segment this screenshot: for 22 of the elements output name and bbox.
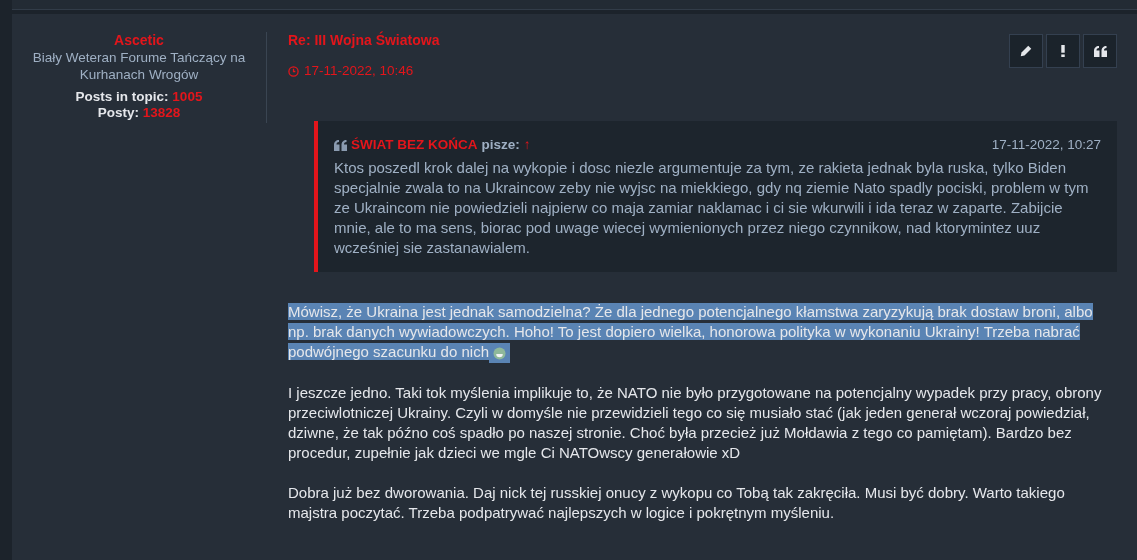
quote-source-link[interactable]: ↑ bbox=[523, 135, 531, 156]
edit-button[interactable] bbox=[1009, 34, 1043, 68]
quote-text: Ktos poszedl krok dalej na wykopie i dosc niezle argumentuje za tym, ze rakieta jednak byla ruska, tylko Biden specjalnie zwala to na Ukraincow zeby nie wyjsc na miekkiego, gdy nq ziemie Nato spadly pociski, problem w tym ze Ukraincom nie powiedzieli najpierw co maja zamiar naklamac i ci sie wkurwili i ida teraz w zaparte. Zabijcie mnie, ale to ma sens, biorac pod uwage wiecej wymienionych przez niego czynnikow, nad ktorymintez uuz wcześniej sie zastanawialem. bbox=[334, 157, 1090, 258]
quote-icon bbox=[1093, 45, 1107, 57]
quote-date: 17-11-2022, 10:27 bbox=[991, 136, 1101, 155]
author-name[interactable]: Ascetic bbox=[114, 32, 164, 49]
quote-author[interactable]: ŚWIAT BEZ KOŃCA bbox=[351, 135, 478, 156]
post-date: 17-11-2022, 10:46 bbox=[304, 62, 414, 80]
quote-verb: pisze: bbox=[481, 136, 520, 155]
clock-icon bbox=[288, 65, 299, 77]
post-title[interactable]: Re: III Wojna Światowa bbox=[288, 32, 440, 49]
quote-button[interactable] bbox=[1083, 34, 1117, 68]
author-stat: Posts in topic: 1005 bbox=[75, 89, 203, 105]
report-button[interactable] bbox=[1046, 34, 1080, 68]
post-paragraph: I jeszcze jedno. Taki tok myślenia implikuje to, że NATO nie było przygotowane na potencjalny wypadek przy pracy, obrony przeciwlotniczej Ukrainy. Czyli w domyśle nie przewidzieli tego co się musiało stać (jak jeden generał wczoraj powiedział, dziwne, że tak późno coś spadło po naszej stronie. Choć była przecież już Mołdawia z tego co pamiętam). Bardzo bez procedur, zupełnie jak dzieci we mgle Ci NATOwscy generałowie xD bbox=[288, 382, 1103, 463]
author-stat: Posty: 13828 bbox=[97, 105, 181, 121]
author-rank: Biały Weteran Forume Tańczący na Kurhanach Wrogów bbox=[31, 49, 247, 83]
pencil-icon bbox=[1020, 45, 1032, 57]
grinning-emoji-icon bbox=[493, 347, 506, 361]
exclamation-icon bbox=[1061, 45, 1065, 57]
post-paragraph: Dobra już bez dworowania. Daj nick tej russkiej onucy z wykopu co Tobą tak zakręciła. Musi być dobry. Warto takiego majstra poczytać. Trzeba podpatrywać najlepszych w logice i pokrętnym myśleniu. bbox=[288, 482, 1066, 523]
quote-icon bbox=[334, 139, 347, 151]
